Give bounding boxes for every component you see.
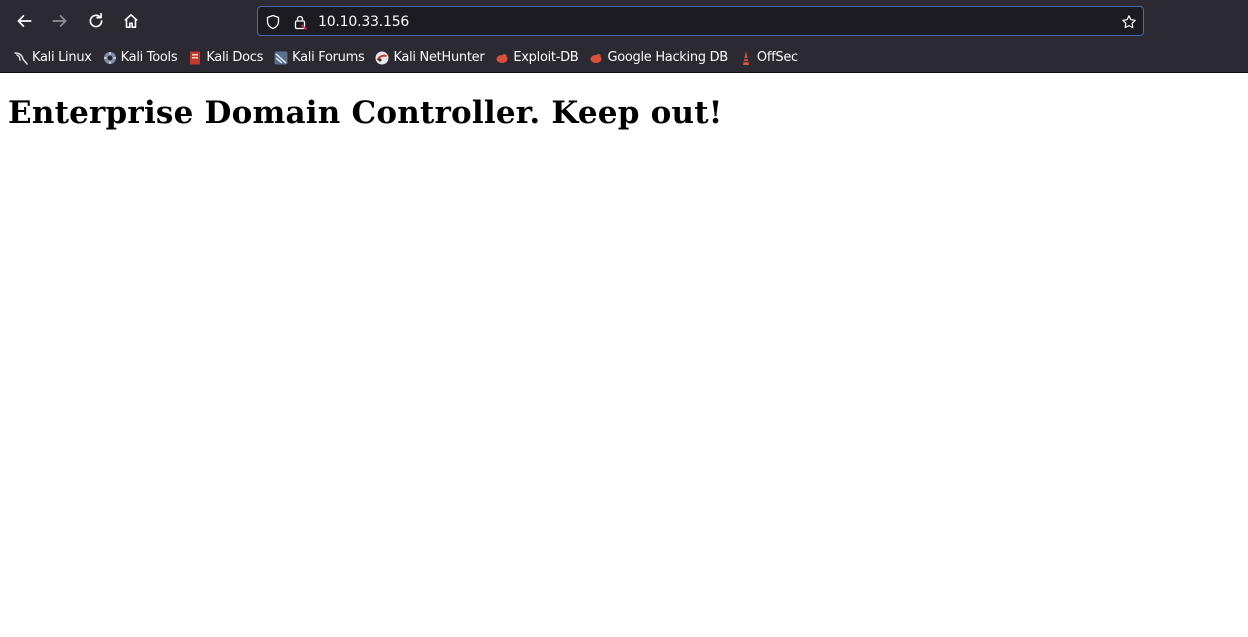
page-heading: Enterprise Domain Controller. Keep out!: [8, 95, 723, 131]
exploit-db-icon: [494, 50, 510, 66]
navigation-bar: 10.10.33.156: [0, 0, 1248, 42]
bookmark-kali-linux[interactable]: Kali Linux: [10, 46, 95, 70]
bookmark-kali-nethunter[interactable]: Kali NetHunter: [371, 46, 487, 70]
arrow-left-icon: [17, 15, 32, 27]
kali-forums-icon: [273, 50, 289, 66]
bookmark-google-hacking-db[interactable]: Google Hacking DB: [585, 46, 730, 70]
kali-tools-icon: [102, 50, 118, 66]
bookmark-label: OffSec: [756, 50, 798, 65]
nethunter-icon: [374, 50, 390, 66]
forward-button[interactable]: [45, 6, 75, 36]
bookmark-offsec[interactable]: OffSec: [735, 46, 801, 70]
bookmark-kali-tools[interactable]: Kali Tools: [99, 46, 181, 70]
bookmark-label: Google Hacking DB: [607, 50, 728, 65]
back-button[interactable]: [9, 6, 39, 36]
bookmark-label: Kali Docs: [206, 50, 264, 65]
bookmark-label: Kali Forums: [292, 50, 365, 65]
url-bar[interactable]: 10.10.33.156: [257, 6, 1144, 36]
page-content: Enterprise Domain Controller. Keep out!: [0, 95, 1248, 131]
home-button[interactable]: [116, 6, 146, 36]
offsec-icon: [738, 50, 754, 66]
ghdb-icon: [588, 50, 604, 66]
bookmark-label: Exploit-DB: [513, 50, 579, 65]
bookmark-label: Kali NetHunter: [393, 50, 485, 65]
bookmark-exploit-db[interactable]: Exploit-DB: [491, 46, 581, 70]
bookmark-kali-forums[interactable]: Kali Forums: [270, 46, 367, 70]
bookmark-label: Kali Tools: [120, 50, 178, 65]
shield-icon[interactable]: [264, 13, 282, 31]
reload-icon: [89, 12, 103, 28]
home-icon: [124, 14, 138, 28]
url-text[interactable]: 10.10.33.156: [318, 13, 409, 31]
kali-docs-icon: [187, 50, 203, 66]
kali-dragon-icon: [13, 50, 29, 66]
star-icon[interactable]: [1120, 13, 1138, 31]
bookmarks-toolbar: Kali Linux Kali Tools Kali Docs Kali For…: [0, 43, 1248, 72]
reload-button[interactable]: [81, 6, 111, 36]
arrow-right-icon: [52, 15, 67, 27]
bookmark-kali-docs[interactable]: Kali Docs: [184, 46, 266, 70]
bookmark-label: Kali Linux: [32, 50, 92, 65]
lock-warning-icon[interactable]: [291, 13, 309, 31]
browser-toolbar: 10.10.33.156 Kali Linux Kali Tools Kali …: [0, 0, 1248, 73]
